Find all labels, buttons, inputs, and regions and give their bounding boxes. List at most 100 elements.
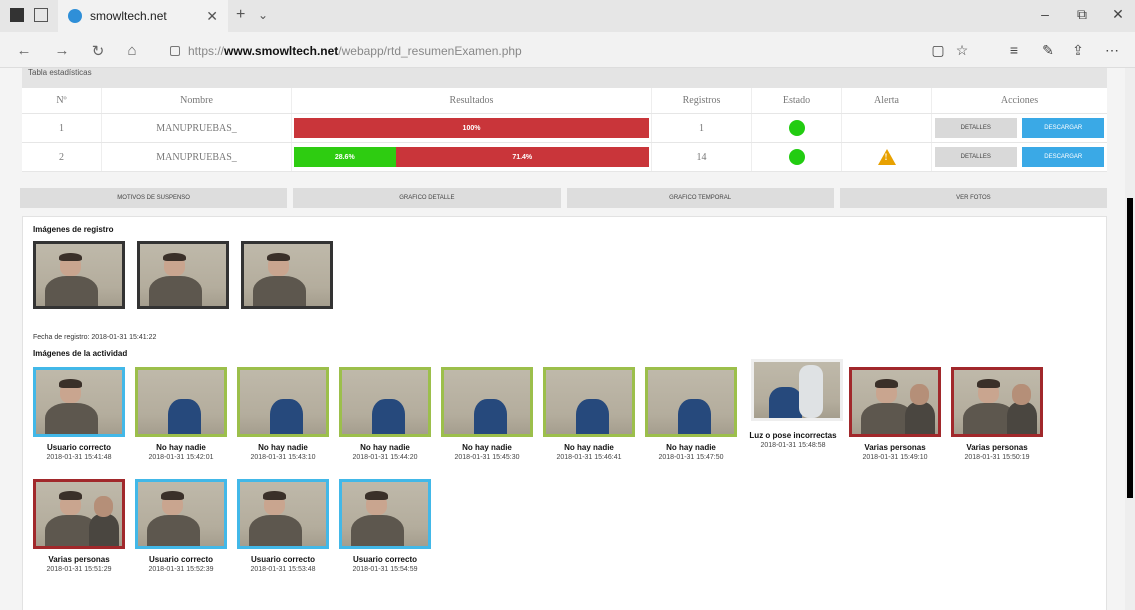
favicon-icon (68, 9, 82, 23)
photo-date: 2018-01-31 15:41:48 (46, 454, 112, 461)
home-icon[interactable]: ⌂ (122, 42, 142, 59)
photo-caption: Varias personas 2018-01-31 15:51:29 (27, 555, 131, 573)
table-row: 2 MANUPRUEBAS_ 28.6% 71.4% 14! DETALLES DESCAR… (22, 143, 1107, 172)
warning-icon: ! (877, 149, 896, 165)
photo-caption: Luz o pose incorrectas 2018-01-31 15:48:5… (741, 431, 845, 449)
row-number: 2 (22, 143, 102, 171)
page-scrollbar[interactable] (1125, 68, 1135, 610)
alerta-cell (842, 114, 932, 142)
photo-label: No hay nadie (462, 443, 512, 452)
minimize-icon[interactable]: – (1035, 6, 1055, 22)
estado-cell (752, 114, 842, 142)
reading-view-icon[interactable]: ▢ (928, 42, 948, 59)
photo-date: 2018-01-31 15:49:10 (862, 454, 928, 461)
photo-label: Luz o pose incorrectas (749, 431, 837, 440)
actividad-photo[interactable] (441, 367, 533, 437)
table-header: Nº Nombre Resultados Registros Estado Al… (22, 88, 1107, 114)
photo-caption: No hay nadie 2018-01-31 15:42:01 (129, 443, 233, 461)
header-cell: Estado (752, 88, 842, 113)
actividad-photo[interactable] (237, 367, 329, 437)
back-icon[interactable]: ← (14, 42, 34, 59)
results-cell: 100% (292, 114, 652, 142)
results-cell: 28.6% 71.4% (292, 143, 652, 171)
actividad-photo[interactable] (951, 367, 1043, 437)
photo-date: 2018-01-31 15:45:30 (454, 454, 520, 461)
descargar-button[interactable]: DESCARGAR (1022, 118, 1105, 138)
url-path: /webapp/rtd_resumenExamen.php (338, 44, 522, 58)
close-tab-icon[interactable]: ✕ (206, 8, 218, 25)
photo-caption: Usuario correcto 2018-01-31 15:52:39 (129, 555, 233, 573)
descargar-button[interactable]: DESCARGAR (1022, 147, 1105, 167)
tab-preview-icon[interactable] (34, 8, 48, 22)
actividad-photo[interactable] (135, 479, 227, 549)
photo-caption: No hay nadie 2018-01-31 15:47:50 (639, 443, 743, 461)
title-bar: smowltech.net ✕ + ⌄ – ⧉ ✕ (0, 0, 1135, 32)
favorite-star-icon[interactable]: ☆ (952, 42, 972, 59)
results-bar: 28.6% 71.4% (294, 147, 649, 167)
tab-grafico-temporal[interactable]: GRAFICO TEMPORAL (566, 188, 834, 208)
header-cell: Resultados (292, 88, 652, 113)
photo-date: 2018-01-31 15:52:39 (148, 566, 214, 573)
actividad-photo[interactable] (751, 359, 843, 421)
pen-icon[interactable]: ✎ (1038, 42, 1058, 59)
photo-caption: No hay nadie 2018-01-31 15:43:10 (231, 443, 335, 461)
browser-tab[interactable]: smowltech.net ✕ (58, 0, 228, 32)
actividad-photo[interactable] (237, 479, 329, 549)
actividad-photo[interactable] (33, 479, 125, 549)
tab-ver-fotos[interactable]: VER FOTOS (839, 188, 1107, 208)
registro-photo[interactable] (241, 241, 333, 309)
actividad-photo[interactable] (849, 367, 941, 437)
panel-title: Tabla estadísticas (22, 68, 1107, 88)
results-bar-segment: 28.6% (294, 147, 396, 167)
photo-caption: No hay nadie 2018-01-31 15:46:41 (537, 443, 641, 461)
lock-icon (170, 46, 180, 56)
address-bar: ← → ↻ ⌂ https://www.smowltech.net/webapp… (0, 32, 1135, 68)
photo-date: 2018-01-31 15:46:41 (556, 454, 622, 461)
forward-icon[interactable]: → (52, 42, 72, 59)
photo-date: 2018-01-31 15:54:59 (352, 566, 418, 573)
acciones-cell: DETALLES DESCARGAR (932, 114, 1107, 142)
stats-table: Nº Nombre Resultados Registros Estado Al… (22, 88, 1107, 172)
new-tab-icon[interactable]: + (236, 6, 245, 24)
photo-label: Usuario correcto (352, 555, 418, 564)
photo-caption: Varias personas 2018-01-31 15:49:10 (843, 443, 947, 461)
table-row: 1 MANUPRUEBAS_ 100% 1 DETALLES DESCARGAR (22, 114, 1107, 143)
detalles-button[interactable]: DETALLES (934, 147, 1017, 167)
registro-title: Imágenes de registro (33, 225, 114, 234)
actividad-photo[interactable] (339, 367, 431, 437)
header-cell: Nº (22, 88, 102, 113)
url-field[interactable]: https://www.smowltech.net/webapp/rtd_res… (170, 41, 930, 61)
share-icon[interactable]: ⇪ (1068, 42, 1088, 59)
photo-date: 2018-01-31 15:48:58 (760, 442, 826, 449)
photo-label: Usuario correcto (148, 555, 214, 564)
actividad-title: Imágenes de la actividad (33, 349, 128, 358)
actividad-photo[interactable] (339, 479, 431, 549)
actividad-photo[interactable] (645, 367, 737, 437)
images-panel: Imágenes de registro Fecha de registro: … (22, 216, 1107, 610)
tab-motivos-suspenso[interactable]: MOTIVOS DE SUSPENSO (20, 188, 288, 208)
actividad-photo[interactable] (543, 367, 635, 437)
photo-label: No hay nadie (258, 443, 308, 452)
tab-grafico-detalle[interactable]: GRAFICO DETALLE (293, 188, 561, 208)
page-content: Tabla estadísticas Nº Nombre Resultados … (0, 68, 1125, 610)
photo-label: No hay nadie (156, 443, 206, 452)
favorites-hub-icon[interactable]: ≡ (1004, 42, 1024, 58)
actividad-photo[interactable] (33, 367, 125, 437)
registro-photo[interactable] (137, 241, 229, 309)
refresh-icon[interactable]: ↻ (88, 42, 108, 60)
row-name: MANUPRUEBAS_ (102, 114, 292, 142)
restore-icon[interactable]: ⧉ (1072, 6, 1092, 23)
detalles-button[interactable]: DETALLES (934, 118, 1017, 138)
registro-photo[interactable] (33, 241, 125, 309)
photo-caption: Usuario correcto 2018-01-31 15:54:59 (333, 555, 437, 573)
actividad-photo[interactable] (135, 367, 227, 437)
tab-actions-icon[interactable] (10, 8, 24, 22)
tab-list-chevron-icon[interactable]: ⌄ (258, 8, 268, 22)
more-icon[interactable]: ⋯ (1102, 42, 1122, 59)
photo-label: Varias personas (48, 555, 110, 564)
action-tabs: MOTIVOS DE SUSPENSO GRAFICO DETALLE GRAF… (20, 188, 1107, 208)
scrollbar-thumb[interactable] (1127, 198, 1133, 498)
close-window-icon[interactable]: ✕ (1108, 6, 1128, 23)
row-registros: 1 (652, 114, 752, 142)
row-registros: 14 (652, 143, 752, 171)
